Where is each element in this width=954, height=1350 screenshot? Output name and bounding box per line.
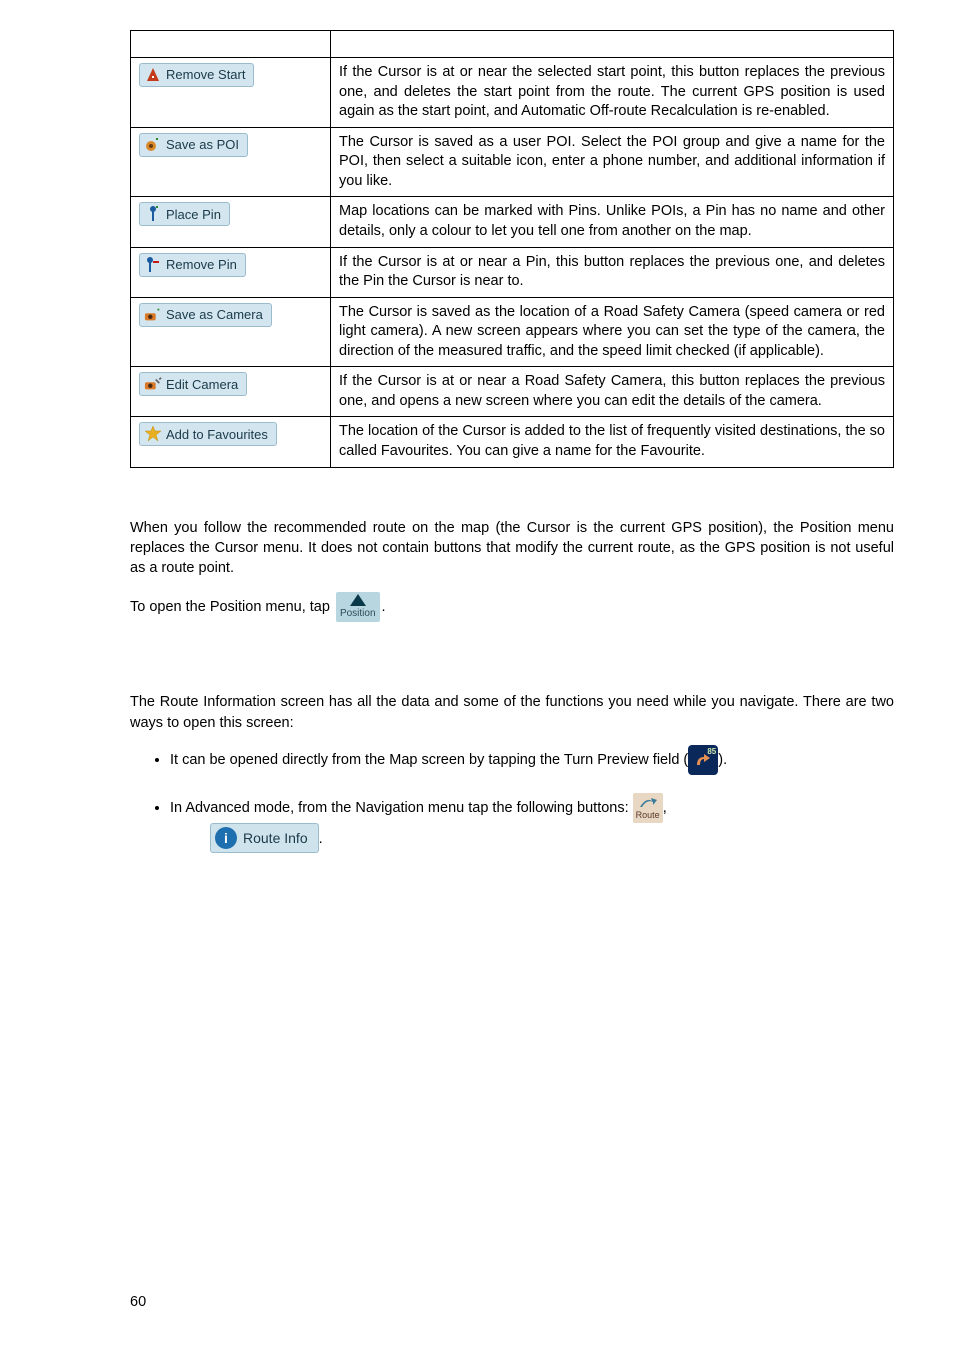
page-number: 60 (130, 1294, 146, 1310)
row-description: The Cursor is saved as the location of a… (331, 297, 894, 367)
row-description: The location of the Cursor is added to t… (331, 417, 894, 467)
table-row: Edit Camera If the Cursor is at or near … (131, 367, 894, 417)
position-icon-label: Position (340, 607, 376, 621)
route-info-open-methods: It can be opened directly from the Map s… (130, 745, 894, 853)
list-item: In Advanced mode, from the Navigation me… (170, 793, 894, 853)
add-to-favourites-button[interactable]: Add to Favourites (139, 422, 277, 446)
row-description: If the Cursor is at or near a Road Safet… (331, 367, 894, 417)
place-pin-button[interactable]: Place Pin (139, 202, 230, 226)
button-label: Place Pin (166, 206, 221, 224)
button-label: Remove Pin (166, 256, 237, 274)
route-info-description: The Route Information screen has all the… (130, 692, 894, 733)
table-row: Remove Start If the Cursor is at or near… (131, 58, 894, 128)
save-camera-icon (144, 306, 162, 324)
table-row: Save as POI The Cursor is saved as a use… (131, 127, 894, 197)
edit-camera-button[interactable]: Edit Camera (139, 372, 247, 396)
position-triangle-icon (350, 594, 366, 606)
button-label: Edit Camera (166, 376, 238, 394)
cursor-menu-table: Remove Start If the Cursor is at or near… (130, 30, 894, 468)
turn-preview-field[interactable]: 85 (688, 745, 718, 775)
turn-preview-distance: 85 (707, 746, 716, 758)
save-as-poi-button[interactable]: Save as POI (139, 133, 248, 157)
route-icon-label: Route (636, 809, 660, 822)
position-menu-open-instruction: To open the Position menu, tap Position. (130, 592, 894, 622)
position-menu-description: When you follow the recommended route on… (130, 518, 894, 579)
row-description: If the Cursor is at or near a Pin, this … (331, 247, 894, 297)
button-label: Add to Favourites (166, 426, 268, 444)
row-description: If the Cursor is at or near the selected… (331, 58, 894, 128)
route-info-label: Route Info (243, 828, 308, 848)
route-button[interactable]: Route (633, 793, 663, 823)
table-header-row (131, 31, 894, 58)
row-description: The Cursor is saved as a user POI. Selec… (331, 127, 894, 197)
table-row: Add to Favourites The location of the Cu… (131, 417, 894, 467)
star-icon (144, 425, 162, 443)
row-description: Map locations can be marked with Pins. U… (331, 197, 894, 247)
edit-camera-icon (144, 375, 162, 393)
remove-start-button[interactable]: Remove Start (139, 63, 254, 87)
place-pin-icon (144, 205, 162, 223)
table-row: Place Pin Map locations can be marked wi… (131, 197, 894, 247)
button-label: Remove Start (166, 66, 245, 84)
table-row: Remove Pin If the Cursor is at or near a… (131, 247, 894, 297)
list-item: It can be opened directly from the Map s… (170, 745, 894, 775)
remove-start-icon (144, 66, 162, 84)
info-icon: i (215, 827, 237, 849)
remove-pin-icon (144, 256, 162, 274)
route-arrow-icon (638, 795, 658, 809)
position-button[interactable]: Position (336, 592, 380, 622)
button-label: Save as Camera (166, 306, 263, 324)
button-label: Save as POI (166, 136, 239, 154)
remove-pin-button[interactable]: Remove Pin (139, 253, 246, 277)
save-poi-icon (144, 136, 162, 154)
save-as-camera-button[interactable]: Save as Camera (139, 303, 272, 327)
table-row: Save as Camera The Cursor is saved as th… (131, 297, 894, 367)
route-info-button[interactable]: i Route Info (210, 823, 319, 853)
